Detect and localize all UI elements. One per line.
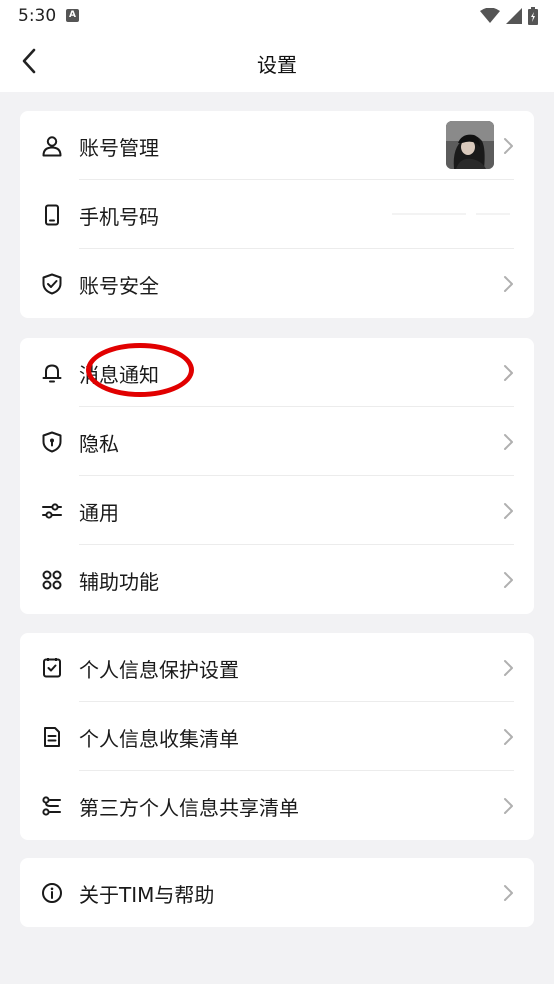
sliders-icon bbox=[40, 499, 64, 523]
status-icons bbox=[480, 7, 538, 25]
row-third-party-sharing[interactable]: 第三方个人信息共享清单 bbox=[20, 771, 534, 840]
nav-bar: 设置 bbox=[0, 32, 554, 92]
row-label: 第三方个人信息共享清单 bbox=[79, 796, 299, 820]
phone-value-masked bbox=[392, 213, 510, 215]
chevron-right-icon bbox=[504, 503, 513, 519]
wifi-icon bbox=[480, 8, 500, 23]
checkbox-doc-icon bbox=[40, 656, 64, 680]
shield-check-icon bbox=[40, 272, 64, 296]
notification-icon: A bbox=[66, 9, 79, 22]
row-notifications[interactable]: 消息通知 bbox=[20, 338, 534, 407]
settings-group-about: 关于TIM与帮助 bbox=[20, 858, 534, 927]
signal-icon bbox=[506, 8, 522, 24]
row-phone-number[interactable]: 手机号码 bbox=[20, 180, 534, 249]
row-privacy[interactable]: 隐私 bbox=[20, 407, 534, 476]
row-personal-info-protection[interactable]: 个人信息保护设置 bbox=[20, 633, 534, 702]
bell-icon bbox=[40, 361, 64, 385]
chevron-right-icon bbox=[504, 798, 513, 814]
share-list-icon bbox=[40, 794, 64, 818]
page-title: 设置 bbox=[257, 53, 297, 77]
avatar[interactable] bbox=[446, 121, 494, 169]
settings-group-account: 账号管理 手机号码 账号安全 bbox=[20, 111, 534, 318]
chevron-right-icon bbox=[504, 729, 513, 745]
chevron-right-icon bbox=[504, 276, 513, 292]
command-icon bbox=[40, 568, 64, 592]
chevron-right-icon bbox=[504, 434, 513, 450]
row-personal-info-collection[interactable]: 个人信息收集清单 bbox=[20, 702, 534, 771]
row-label: 账号安全 bbox=[79, 274, 159, 298]
chevron-right-icon bbox=[504, 572, 513, 588]
settings-group-personal-info: 个人信息保护设置 个人信息收集清单 第三方个人信息共享清单 bbox=[20, 633, 534, 840]
row-about-help[interactable]: 关于TIM与帮助 bbox=[20, 858, 534, 927]
phone-icon bbox=[40, 203, 64, 227]
battery-icon bbox=[528, 7, 538, 25]
status-time: 5:30 bbox=[18, 6, 57, 26]
chevron-right-icon bbox=[504, 138, 513, 154]
info-icon bbox=[40, 881, 64, 905]
chevron-right-icon bbox=[504, 660, 513, 676]
privacy-shield-icon bbox=[40, 430, 64, 454]
row-label: 隐私 bbox=[79, 432, 119, 456]
row-account-security[interactable]: 账号安全 bbox=[20, 249, 534, 318]
row-label: 关于TIM与帮助 bbox=[79, 883, 215, 907]
row-label: 个人信息收集清单 bbox=[79, 727, 239, 751]
user-icon bbox=[40, 134, 64, 158]
settings-group-general: 消息通知 隐私 通用 辅助功能 bbox=[20, 338, 534, 614]
status-bar: 5:30 A bbox=[0, 0, 554, 32]
row-label: 辅助功能 bbox=[79, 570, 159, 594]
row-account-management[interactable]: 账号管理 bbox=[20, 111, 534, 180]
chevron-right-icon bbox=[504, 365, 513, 381]
row-label: 消息通知 bbox=[79, 363, 159, 387]
row-label: 手机号码 bbox=[79, 205, 159, 229]
chevron-right-icon bbox=[504, 885, 513, 901]
row-label: 个人信息保护设置 bbox=[79, 658, 239, 682]
row-label: 通用 bbox=[79, 501, 119, 525]
row-accessibility[interactable]: 辅助功能 bbox=[20, 545, 534, 614]
row-label: 账号管理 bbox=[79, 136, 159, 160]
row-general[interactable]: 通用 bbox=[20, 476, 534, 545]
document-list-icon bbox=[40, 725, 64, 749]
